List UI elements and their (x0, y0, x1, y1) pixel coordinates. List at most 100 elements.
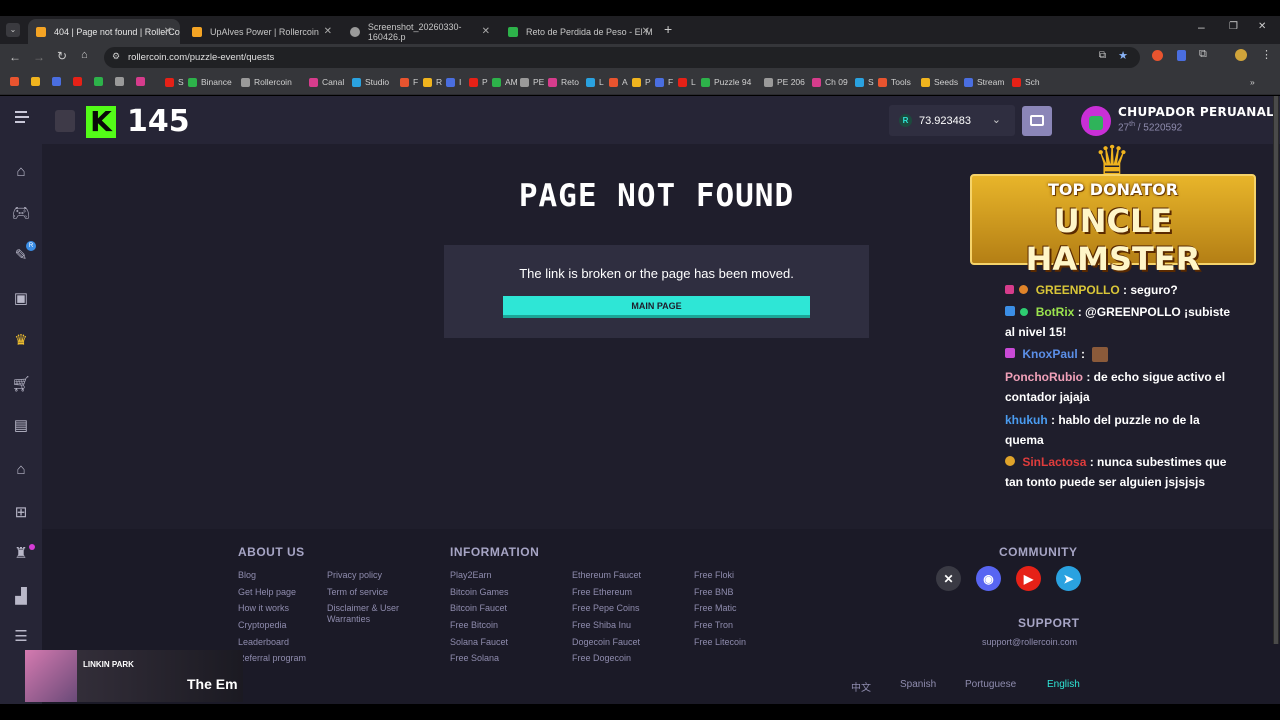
mining-nav-icon[interactable]: ▟ (11, 588, 31, 606)
menu-kebab-icon[interactable]: ⋮ (1261, 48, 1272, 61)
wallet-button[interactable] (1022, 106, 1052, 136)
footer-link[interactable]: Free Dogecoin (572, 653, 631, 663)
bookmark-icon[interactable] (115, 77, 128, 86)
footer-link[interactable]: Ethereum Faucet (572, 570, 641, 580)
bookmark-icon[interactable] (136, 77, 149, 86)
browser-tab[interactable]: Screenshot_20260330-160426.p ✕ (342, 19, 498, 44)
url-bar[interactable]: ⚙ rollercoin.com/puzzle-event/quests ⧉ ★ (104, 47, 1140, 68)
close-tab-icon[interactable]: ✕ (482, 26, 490, 37)
bookmark-item[interactable]: PE 206 (764, 77, 805, 87)
crown-nav-icon[interactable]: ♛ (11, 332, 31, 350)
extension-icon[interactable] (1177, 50, 1186, 61)
footer-link[interactable]: Leaderboard (238, 637, 289, 647)
bookmark-item[interactable]: L (586, 77, 604, 87)
support-email-link[interactable]: support@rollercoin.com (982, 637, 1077, 647)
crate-nav-icon[interactable]: ▣ (11, 290, 31, 308)
bookmark-item[interactable]: F (655, 77, 673, 87)
language-option[interactable]: Portuguese (965, 679, 1016, 690)
bookmark-item[interactable]: Reto (548, 77, 579, 87)
bookmark-item[interactable]: A (609, 77, 628, 87)
install-icon[interactable]: ⧉ (1099, 50, 1106, 61)
footer-link[interactable]: Free Ethereum (572, 587, 632, 597)
home-nav-icon[interactable]: ⌂ (11, 163, 31, 181)
footer-link[interactable]: Free Shiba Inu (572, 620, 631, 630)
footer-link[interactable]: Bitcoin Games (450, 587, 509, 597)
bookmark-item[interactable]: Seeds (921, 77, 958, 87)
bookmark-item[interactable]: I (446, 77, 461, 87)
bookmark-item[interactable]: R (423, 77, 442, 87)
shop-nav-icon[interactable]: ▤ (11, 417, 31, 435)
bookmark-item[interactable]: P (632, 77, 651, 87)
bookmark-item[interactable]: AM (492, 77, 518, 87)
forward-icon[interactable]: → (33, 50, 45, 64)
bookmark-icon[interactable] (52, 77, 65, 86)
bookmark-item[interactable]: Puzzle 94 (701, 77, 751, 87)
bookmark-icon[interactable] (73, 77, 86, 86)
youtube-icon[interactable]: ▶ (1016, 566, 1041, 591)
bookmark-star-icon[interactable]: ★ (1118, 49, 1128, 62)
home-icon[interactable]: ⌂ (81, 49, 88, 61)
list-nav-icon[interactable]: ☰ (11, 628, 31, 646)
bookmark-item[interactable]: P (469, 77, 488, 87)
bookmark-icon[interactable] (31, 77, 44, 86)
footer-link[interactable]: Term of service (327, 587, 388, 597)
close-tab-icon[interactable]: ✕ (642, 26, 650, 37)
more-bookmarks-icon[interactable]: » (1250, 77, 1255, 87)
hamburger-menu-icon[interactable] (15, 111, 29, 123)
footer-link[interactable]: Disclaimer & User Warranties (327, 603, 417, 625)
bookmark-icon[interactable] (94, 77, 107, 86)
bookmark-item[interactable]: Canal (309, 77, 344, 87)
new-tab-button[interactable]: + (664, 21, 672, 37)
username[interactable]: CHUPADOR PERUANAL (1118, 105, 1274, 119)
footer-link[interactable]: Free Floki (694, 570, 734, 580)
trophy-nav-icon[interactable]: ♜ (11, 544, 35, 563)
footer-link[interactable]: Cryptopedia (238, 620, 287, 630)
scrollbar[interactable] (1273, 96, 1279, 644)
bookmark-item[interactable]: Ch 09 (812, 77, 848, 87)
gamepad-nav-icon[interactable]: 🎮︎ (11, 205, 31, 223)
bookmark-item[interactable]: Tools (878, 77, 911, 87)
browser-tab[interactable]: Reto de Perdida de Peso - El M ✕ (500, 19, 658, 44)
bookmark-item[interactable]: PE (520, 77, 544, 87)
bookmark-item[interactable]: Rollercoin (241, 77, 292, 87)
footer-link[interactable]: Solana Faucet (450, 637, 508, 647)
bookmark-item[interactable]: S (855, 77, 874, 87)
footer-link[interactable]: Play2Earn (450, 570, 492, 580)
puzzle-extensions-icon[interactable]: ⧉ (1199, 48, 1207, 61)
quests-nav-icon[interactable]: ✎ R (11, 241, 36, 265)
bookmark-item[interactable]: Stream (964, 77, 1004, 87)
maximize-button[interactable]: ❐ (1229, 21, 1238, 32)
bookmark-item[interactable]: S (165, 77, 184, 87)
back-icon[interactable]: ← (9, 50, 21, 64)
footer-link[interactable]: Free Tron (694, 620, 733, 630)
footer-link[interactable]: Dogecoin Faucet (572, 637, 640, 647)
reload-icon[interactable]: ↻ (57, 49, 67, 63)
scrollbar-thumb[interactable] (1274, 96, 1278, 644)
browser-tab[interactable]: UpAlves Power | Rollercoin ✕ (184, 19, 340, 44)
bookmark-icon[interactable] (10, 77, 23, 86)
footer-link[interactable]: Free Pepe Coins (572, 603, 640, 613)
footer-link[interactable]: Referral program (238, 653, 306, 663)
footer-link[interactable]: Free BNB (694, 587, 734, 597)
browser-tab-active[interactable]: 404 | Page not found | RollerCo ✕ (28, 19, 180, 44)
footer-link[interactable]: Free Bitcoin (450, 620, 498, 630)
footer-link[interactable]: Bitcoin Faucet (450, 603, 507, 613)
balance-selector[interactable]: R 73.923483 ⌄ (889, 105, 1015, 136)
language-option-active[interactable]: English (1047, 679, 1080, 690)
footer-link[interactable]: Get Help page (238, 587, 296, 597)
footer-link[interactable]: Free Solana (450, 653, 499, 663)
bookmark-item[interactable]: Studio (352, 77, 389, 87)
discord-icon[interactable]: ◉ (976, 566, 1001, 591)
bank-nav-icon[interactable]: ⌂ (11, 461, 31, 479)
site-info-icon[interactable]: ⚙ (112, 51, 120, 62)
x-twitter-icon[interactable]: ✕ (936, 566, 961, 591)
footer-link[interactable]: Free Litecoin (694, 637, 746, 647)
tab-list-dropdown[interactable]: ⌄ (6, 23, 20, 37)
cart-nav-icon[interactable]: 🛒︎ (11, 376, 31, 394)
footer-link[interactable]: Free Matic (694, 603, 737, 613)
close-window-button[interactable]: ✕ (1258, 21, 1266, 32)
close-tab-icon[interactable]: ✕ (164, 26, 172, 37)
extension-icon[interactable] (1152, 50, 1163, 61)
minimize-button[interactable]: – (1198, 20, 1205, 34)
user-avatar[interactable] (1081, 106, 1111, 136)
